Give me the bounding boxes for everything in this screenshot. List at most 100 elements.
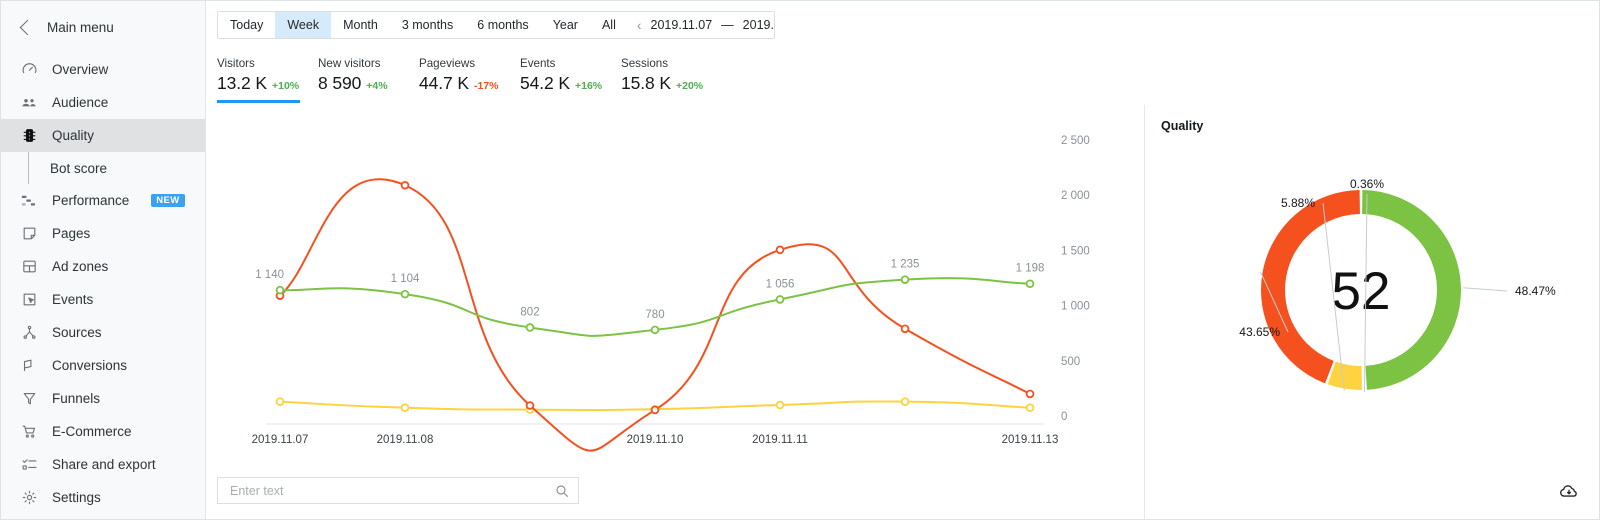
data-point-bad[interactable] [527,402,534,409]
sidebar-item-share-and-export[interactable]: Share and export [1,448,205,481]
sidebar-item-performance[interactable]: Performance NEW [1,184,205,217]
gear-icon [19,488,39,508]
range-option-today[interactable]: Today [218,12,275,38]
metric-delta: +16% [575,80,602,92]
donut-slice[interactable] [1332,373,1362,378]
metric-delta: +4% [366,80,387,92]
sidebar-item-quality[interactable]: Quality [1,119,205,152]
line-chart: 05001 0001 5002 0002 5002019.11.072019.1… [206,105,1144,519]
range-option-all[interactable]: All [590,12,628,38]
range-option-3-months[interactable]: 3 months [390,12,465,38]
y-axis-tick-label: 1 500 [1061,245,1090,257]
date-range-from: 2019.11.07 [651,18,713,32]
metric-label: Sessions [621,57,722,70]
x-axis-tick-label: 2019.11.07 [252,434,309,446]
sidebar-item-pages[interactable]: Pages [1,217,205,250]
metric-tab-pageviews[interactable]: Pageviews 44.7 K -17% [419,57,520,103]
data-point-suspicious[interactable] [402,404,409,411]
sidebar: Main menu Overview [1,1,206,519]
data-point-bad[interactable] [402,182,409,189]
sidebar-item-overview[interactable]: Overview [1,53,205,86]
data-point-bad[interactable] [652,407,659,414]
metric-tab-visitors[interactable]: Visitors 13.2 K +10% [217,57,318,103]
data-point-label: 802 [520,306,539,318]
page-icon [19,224,39,244]
sidebar-item-label: Performance [52,193,129,208]
sidebar-item-audience[interactable]: Audience [1,86,205,119]
checklist-icon [19,455,39,475]
donut-slice-label: 0.36% [1350,177,1384,191]
date-range-separator: — [721,18,734,32]
data-point-good[interactable] [777,296,784,303]
metric-delta: -17% [474,80,499,92]
sidebar-item-label: Bot score [50,161,107,176]
sidebar-item-ecommerce[interactable]: E-Commerce [1,415,205,448]
metric-tab-new-visitors[interactable]: New visitors 8 590 +4% [318,57,419,103]
main-menu-back[interactable]: Main menu [1,11,205,43]
sidebar-item-label: Events [52,292,93,307]
data-point-bad[interactable] [777,246,784,253]
date-range-display: ‹ 2019.11.07 — 2019.11.13 › [628,12,775,38]
data-point-suspicious[interactable] [277,398,284,405]
metric-label: Pageviews [419,57,520,70]
metric-label: Visitors [217,57,318,70]
range-option-6-months[interactable]: 6 months [465,12,540,38]
data-point-good[interactable] [402,291,409,298]
metric-tab-sessions[interactable]: Sessions 15.8 K +20% [621,57,722,103]
y-axis-tick-label: 2 000 [1061,190,1090,202]
data-point-good[interactable] [527,324,534,331]
sidebar-item-label: Conversions [52,358,127,373]
search-icon[interactable] [554,483,570,499]
data-point-bad[interactable] [902,325,909,332]
metric-value: 15.8 K [621,73,671,94]
donut-center-value: 52 [1332,262,1391,321]
data-point-suspicious[interactable] [902,398,909,405]
metric-tab-events[interactable]: Events 54.2 K +16% [520,57,621,103]
data-point-good[interactable] [652,326,659,333]
search-input[interactable] [228,483,554,499]
metric-value: 54.2 K [520,73,570,94]
sidebar-item-label: Share and export [52,457,156,472]
metric-tabs: Visitors 13.2 K +10% New visitors 8 590 … [217,57,1599,103]
people-icon [19,93,39,113]
data-point-suspicious[interactable] [777,402,784,409]
sidebar-item-label: Settings [52,490,101,505]
cursor-icon [19,290,39,310]
range-option-month[interactable]: Month [331,12,390,38]
chevron-left-icon [20,19,36,35]
data-point-bad[interactable] [1027,391,1034,398]
search-box[interactable] [217,477,579,504]
donut-chart-panel: Quality 5248.47%0.36%5.88%43.65% [1144,105,1599,519]
prev-period-icon[interactable]: ‹ [637,18,642,32]
line-chart-svg: 05001 0001 5002 0002 5002019.11.072019.1… [206,105,1106,455]
sidebar-item-ad-zones[interactable]: Ad zones [1,250,205,283]
metric-selected-underline [217,100,300,103]
sidebar-item-conversions[interactable]: Conversions [1,349,205,382]
range-option-week[interactable]: Week [275,12,331,38]
x-axis-tick-label: 2019.11.10 [627,434,684,446]
sidebar-item-funnels[interactable]: Funnels [1,382,205,415]
sidebar-item-sources[interactable]: Sources [1,316,205,349]
metric-delta: +10% [272,80,299,92]
data-point-good[interactable] [1027,280,1034,287]
data-point-good[interactable] [902,276,909,283]
sub-item-indicator [28,152,29,184]
sidebar-item-label: Overview [52,62,108,77]
charts-area: 05001 0001 5002 0002 5002019.11.072019.1… [206,105,1599,519]
data-point-label: 1 235 [891,259,920,271]
sidebar-item-events[interactable]: Events [1,283,205,316]
sidebar-item-settings[interactable]: Settings [1,481,205,514]
date-range-to: 2019.11.13 [743,18,775,32]
y-axis-tick-label: 500 [1061,356,1080,368]
data-point-good[interactable] [277,287,284,294]
y-axis-tick-label: 0 [1061,411,1067,423]
data-point-suspicious[interactable] [1027,404,1034,411]
data-point-label: 1 140 [255,269,284,281]
data-point-label: 1 056 [766,278,795,290]
metric-value: 8 590 [318,73,361,94]
sidebar-item-bot-score[interactable]: Bot score [1,152,205,184]
sidebar-item-label: Pages [52,226,90,241]
main-menu-label: Main menu [47,20,114,35]
range-option-year[interactable]: Year [541,12,590,38]
cloud-download-icon[interactable] [1557,479,1581,503]
